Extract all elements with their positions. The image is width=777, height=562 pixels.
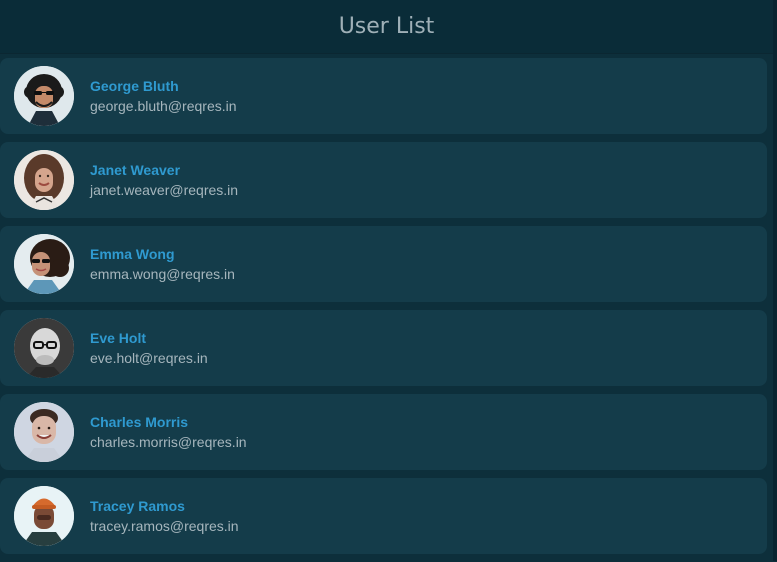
user-avatar (14, 402, 74, 462)
scrollbar[interactable] (773, 0, 777, 561)
user-avatar (14, 234, 74, 294)
app-header: User List (0, 0, 773, 54)
user-card[interactable]: Emma Wong emma.wong@reqres.in (0, 226, 767, 302)
portrait-woman-sunglasses-curly-hair-icon (14, 234, 74, 294)
user-card[interactable]: Tracey Ramos tracey.ramos@reqres.in (0, 478, 767, 554)
user-name: George Bluth (90, 78, 179, 94)
page-title: User List (338, 14, 435, 39)
portrait-bald-man-glasses-icon (14, 318, 74, 378)
user-email: tracey.ramos@reqres.in (90, 518, 239, 534)
user-name: Charles Morris (90, 414, 189, 430)
user-card[interactable]: Eve Holt eve.holt@reqres.in (0, 310, 767, 386)
user-email: janet.weaver@reqres.in (90, 182, 239, 198)
user-name: Tracey Ramos (90, 498, 185, 514)
user-email: eve.holt@reqres.in (90, 350, 208, 366)
user-card[interactable]: Charles Morris charles.morris@reqres.in (0, 394, 767, 470)
user-name: Eve Holt (90, 330, 147, 346)
portrait-man-sunglasses-curly-hair-icon (14, 66, 74, 126)
user-email: george.bluth@reqres.in (90, 98, 237, 114)
user-name: Emma Wong (90, 246, 175, 262)
user-avatar (14, 66, 74, 126)
user-avatar (14, 150, 74, 210)
user-name: Janet Weaver (90, 162, 181, 178)
user-email: charles.morris@reqres.in (90, 434, 247, 450)
user-avatar (14, 318, 74, 378)
portrait-man-orange-beanie-icon (14, 486, 74, 546)
user-email: emma.wong@reqres.in (90, 266, 235, 282)
user-list: George Bluth george.bluth@reqres.in Jane… (0, 58, 767, 562)
user-avatar (14, 486, 74, 546)
portrait-man-smiling-icon (14, 402, 74, 462)
user-card[interactable]: Janet Weaver janet.weaver@reqres.in (0, 142, 767, 218)
portrait-woman-curly-hair-icon (14, 150, 74, 210)
user-list-screen: User List George Bluth george.bluth@reqr… (0, 0, 773, 561)
user-card[interactable]: George Bluth george.bluth@reqres.in (0, 58, 767, 134)
